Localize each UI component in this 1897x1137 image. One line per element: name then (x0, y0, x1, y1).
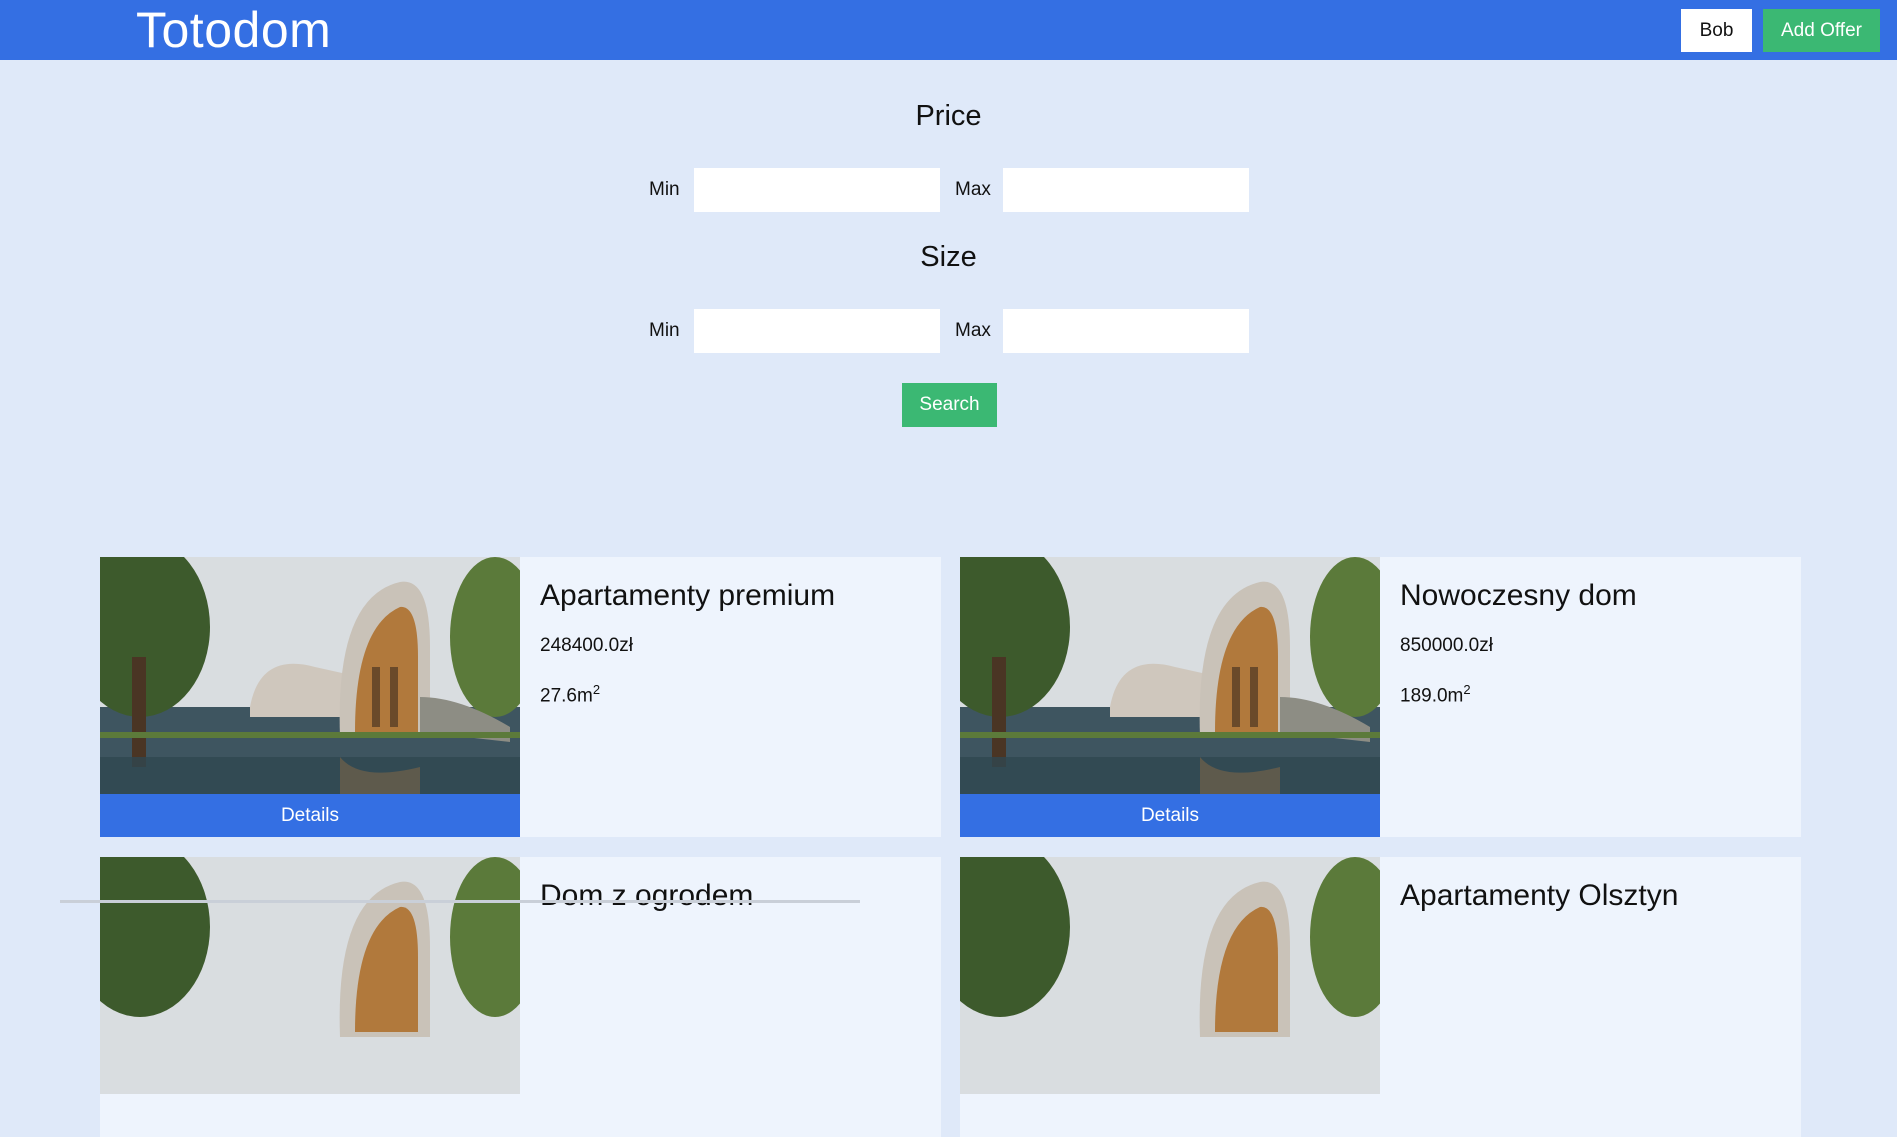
listing-photo (100, 857, 520, 1094)
size-min-label: Min (649, 320, 680, 341)
top-navbar: Totodom Bob Add Offer (0, 0, 1897, 60)
listing-size-value: 189.0m (1400, 685, 1464, 707)
search-button[interactable]: Search (902, 383, 997, 427)
size-unit-exponent: 2 (1463, 682, 1471, 697)
listing-title[interactable]: Apartamenty premium (540, 579, 835, 613)
listing-card: Details Nowoczesny dom 850000.0zł 189.0m… (960, 557, 1801, 837)
listing-card: Apartamenty Olsztyn (960, 857, 1801, 1137)
price-min-input[interactable] (694, 168, 940, 212)
listing-card: Dom z ogrodem (100, 857, 941, 1137)
listing-price: 850000.0zł (1400, 635, 1493, 656)
listing-title[interactable]: Nowoczesny dom (1400, 579, 1637, 613)
size-unit-exponent: 2 (592, 682, 601, 697)
listing-size: 27.6m2 (540, 682, 600, 707)
listing-size-value: 27.6m (540, 685, 593, 707)
listing-photo (960, 557, 1380, 794)
details-button[interactable]: Details (100, 794, 520, 837)
price-filter-title: Price (915, 100, 982, 132)
size-filter-title: Size (920, 241, 977, 273)
listing-size: 189.0m2 (1400, 682, 1471, 707)
site-logo[interactable]: Totodom (136, 2, 331, 58)
listing-photo (100, 557, 520, 794)
price-max-input[interactable] (1003, 168, 1249, 212)
add-offer-button[interactable]: Add Offer (1763, 9, 1880, 52)
size-min-input[interactable] (694, 309, 940, 353)
size-max-label: Max (955, 320, 991, 341)
size-max-input[interactable] (1003, 309, 1249, 353)
listing-card: Details Apartamenty premium 248400.0zł 2… (100, 557, 941, 837)
details-button[interactable]: Details (960, 794, 1380, 837)
price-min-label: Min (649, 179, 680, 200)
listing-title[interactable]: Apartamenty Olsztyn (1400, 879, 1678, 913)
listing-price: 248400.0zł (540, 635, 633, 656)
price-max-label: Max (955, 179, 991, 200)
user-button[interactable]: Bob (1681, 9, 1752, 52)
listing-photo (960, 857, 1380, 1094)
listing-title[interactable]: Dom z ogrodem (540, 879, 753, 913)
